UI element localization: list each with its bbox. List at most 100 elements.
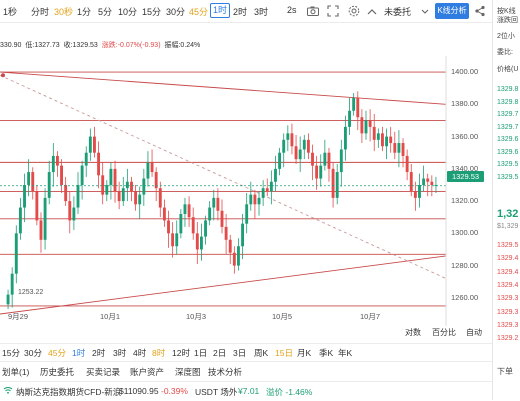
settings-icon[interactable] — [347, 4, 361, 18]
candle-body — [216, 197, 220, 211]
tab-trade-records[interactable]: 买卖记录 — [86, 366, 120, 378]
candle-body — [327, 152, 331, 169]
ticker-bar: 纳斯达克指数期货CFD-新浪 $11090.95 -0.39% USDT 场外 … — [0, 381, 492, 401]
share-icon[interactable] — [473, 4, 487, 18]
candle-body — [393, 143, 397, 153]
panel-usd-price: $1,329 — [497, 223, 519, 230]
candle-body — [389, 136, 393, 144]
kline-analysis-button[interactable]: K线分析 — [435, 3, 469, 19]
time-tick-label: 10月3 — [186, 312, 207, 321]
ticker-usdt-name[interactable]: USDT 场外 — [195, 386, 237, 398]
timeframe-1s[interactable]: 1秒 — [3, 5, 17, 18]
last-price-tag: 1329.53 — [447, 171, 484, 182]
timeframe-line[interactable]: 分时 — [31, 5, 49, 18]
candle-body — [372, 126, 376, 140]
timeframe-15m[interactable]: 15分 — [142, 5, 161, 18]
candle-body — [381, 133, 384, 147]
interval-option[interactable]: 2日 — [213, 347, 226, 359]
bid-price-row[interactable]: 1329.8 — [497, 86, 518, 93]
price-tick-label: 1320.00 — [451, 196, 479, 206]
candle-body — [88, 136, 92, 153]
candle-body — [282, 139, 286, 153]
candle-body — [158, 188, 162, 208]
interval-option[interactable]: 3日 — [233, 347, 246, 359]
panel-line-3: 2位小 — [497, 33, 515, 40]
interval-option[interactable]: 8时 — [152, 347, 165, 359]
timeframe-3h[interactable]: 3时 — [254, 5, 268, 18]
ask-price-row[interactable]: 1329.3 — [497, 309, 518, 316]
auto-scale-toggle[interactable]: 自动 — [466, 327, 482, 338]
tab-order-history[interactable]: 历史委托 — [40, 366, 74, 378]
timeframe-30m[interactable]: 30分 — [166, 5, 185, 18]
ask-price-row[interactable]: 1329.4 — [497, 269, 518, 276]
orderbook-panel: 按K线 涨跌回 2位小 委比: 价格(U 1329.8 1329.8 1329.7 1… — [492, 0, 520, 400]
candle-body — [253, 194, 257, 205]
timeframe-1m[interactable]: 1分 — [77, 5, 91, 18]
candle-body — [31, 172, 35, 192]
interval-option[interactable]: 15日 — [275, 347, 293, 359]
place-order-label[interactable]: 下单 — [497, 366, 513, 377]
candle-body — [6, 294, 10, 305]
ticker-nasdaq-name[interactable]: 纳斯达克指数期货CFD-新浪 — [16, 386, 121, 398]
bid-price-row[interactable]: 1329.8 — [497, 99, 518, 106]
indicator-icon[interactable] — [365, 4, 379, 18]
ask-price-row[interactable]: 1329.4 — [497, 282, 518, 289]
ask-price-row[interactable]: 1329.4 — [497, 255, 518, 262]
timeframe-10m[interactable]: 10分 — [118, 5, 137, 18]
timeframe-5m[interactable]: 5分 — [98, 5, 112, 18]
price-prefix: 330.90 — [0, 42, 22, 49]
candle-body — [23, 184, 26, 208]
interval-option[interactable]: 1时 — [72, 347, 85, 359]
bid-price-row[interactable]: 1329.5 — [497, 174, 518, 181]
log-scale-toggle[interactable]: 对数 — [405, 327, 421, 338]
bid-price-row[interactable]: 1329.5 — [497, 161, 518, 168]
fullscreen-icon[interactable] — [326, 4, 340, 18]
candle-body — [55, 155, 59, 166]
interval-option[interactable]: 4时 — [133, 347, 146, 359]
candlestick-chart[interactable] — [0, 56, 492, 326]
candle-body — [113, 168, 117, 192]
candle-body — [175, 233, 179, 247]
tab-depth-chart[interactable]: 深度图 — [175, 366, 201, 378]
ticker-nasdaq-price: $11090.95 — [119, 386, 159, 396]
bid-price-row[interactable]: 1329.6 — [497, 149, 518, 156]
trendline-anchor — [1, 73, 5, 78]
ask-price-row[interactable]: 1329.3 — [497, 322, 518, 329]
chevron-down-icon[interactable] — [418, 4, 432, 18]
lower-trendline — [0, 255, 447, 315]
ask-price-row[interactable]: 1329.5 — [497, 242, 518, 249]
timeframe-1h[interactable]: 1时 — [210, 3, 231, 18]
interval-option[interactable]: 30分 — [24, 347, 42, 359]
interval-option[interactable]: 月K — [297, 347, 311, 359]
timeframe-2h[interactable]: 2时 — [233, 5, 247, 18]
candle-body — [204, 220, 207, 237]
interval-option[interactable]: 周K — [254, 347, 268, 359]
camera-icon[interactable] — [306, 4, 320, 18]
candle-body — [51, 155, 55, 173]
interval-option[interactable]: 3时 — [113, 347, 126, 359]
interval-option[interactable]: 12时 — [172, 347, 190, 359]
bid-price-row[interactable]: 1329.6 — [497, 136, 518, 143]
interval-option[interactable]: 45分 — [48, 347, 66, 359]
ask-price-row[interactable]: 1329.2 — [497, 335, 518, 342]
refresh-interval[interactable]: 2s — [287, 5, 297, 15]
tab-orders[interactable]: 划单(1) — [2, 366, 29, 378]
ask-price-row[interactable]: 1329.3 — [497, 295, 518, 302]
candle-body — [385, 136, 389, 147]
tab-account-assets[interactable]: 账户资产 — [130, 366, 164, 378]
candle-body — [232, 252, 236, 266]
candle-body — [117, 191, 121, 202]
bid-price-row[interactable]: 1329.7 — [497, 124, 518, 131]
interval-option[interactable]: 年K — [338, 347, 352, 359]
candle-body — [208, 207, 212, 221]
percent-toggle[interactable]: 百分比 — [432, 327, 456, 338]
interval-option[interactable]: 15分 — [2, 347, 20, 359]
timeframe-30s[interactable]: 30秒 — [54, 5, 73, 18]
interval-option[interactable]: 季K — [319, 347, 333, 359]
interval-option[interactable]: 2时 — [92, 347, 105, 359]
tab-technical-analysis[interactable]: 技术分析 — [208, 366, 242, 378]
bid-price-row[interactable]: 1329.7 — [497, 111, 518, 118]
timeframe-45m[interactable]: 45分 — [189, 5, 208, 18]
account-status[interactable]: 未委托 — [384, 5, 411, 18]
interval-option[interactable]: 1日 — [194, 347, 207, 359]
